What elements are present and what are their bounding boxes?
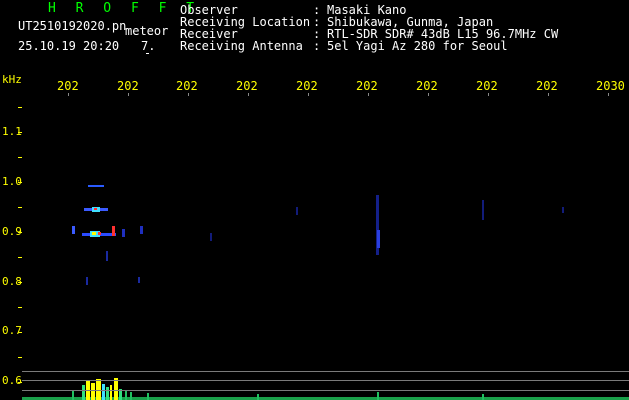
histogram-bar <box>72 391 74 400</box>
histogram-bar <box>82 385 85 400</box>
echo-trace <box>88 185 104 187</box>
echo-trace <box>138 277 140 283</box>
time-label: 202 <box>536 79 558 93</box>
count-underline <box>146 53 149 54</box>
echo-trace <box>562 207 564 213</box>
time-label: 2030 <box>596 79 625 93</box>
histogram-bar <box>102 384 105 400</box>
echo-trace <box>210 233 212 241</box>
time-label: 202 <box>476 79 498 93</box>
echo-trace <box>482 200 484 220</box>
histogram-bar <box>91 383 95 400</box>
time-label: 202 <box>236 79 258 93</box>
freq-label: 0.6 <box>2 374 22 387</box>
histogram-bar <box>377 392 379 400</box>
echo-trace <box>112 226 115 236</box>
faint-echoes <box>210 195 564 255</box>
time-label: 202 <box>117 79 139 93</box>
histogram-bar <box>147 393 149 400</box>
info-row-antenna: Receiving Antenna:5el Yagi Az 280 for Se… <box>180 40 508 52</box>
meteor-count: 7. <box>141 39 156 53</box>
histogram-bar <box>482 394 484 400</box>
spectrogram-plot <box>22 185 629 400</box>
threshold-line <box>22 390 629 391</box>
echo-trace <box>86 277 88 285</box>
time-label: 202 <box>176 79 198 93</box>
threshold-line <box>22 371 629 372</box>
echo-trace <box>94 208 97 210</box>
meteor-label: meteor <box>125 24 169 38</box>
file-name: UT2510192020.pn <box>18 19 127 33</box>
echo-trace <box>72 226 75 234</box>
freq-unit-label: kHz <box>2 73 22 86</box>
info-sep: : <box>313 39 321 53</box>
echo-trace <box>92 232 96 235</box>
echo-trace <box>140 226 143 234</box>
threshold-line <box>22 380 629 381</box>
app-title: H R O F F T <box>48 1 201 16</box>
time-label: 202 <box>57 79 79 93</box>
histogram-bar <box>114 378 118 400</box>
echo-trace <box>122 229 125 237</box>
echo-trace <box>377 230 380 248</box>
info-key: Receiving Antenna <box>180 39 303 53</box>
power-histogram <box>22 378 629 400</box>
histogram-bar <box>257 394 259 400</box>
time-label: 202 <box>416 79 438 93</box>
time-label: 202 <box>356 79 378 93</box>
info-value: 5el Yagi Az 280 for Seoul <box>327 39 508 53</box>
histogram-bar <box>130 392 132 400</box>
echo-trace <box>98 232 101 235</box>
echo-trace <box>296 207 298 215</box>
datetime: 25.10.19 20:20 <box>18 39 120 53</box>
meteor-echo-cluster <box>72 185 143 285</box>
histogram-bar <box>125 391 127 400</box>
echo-trace <box>106 251 108 261</box>
freq-label: 0.7 <box>2 324 22 337</box>
histogram-bar <box>106 387 109 400</box>
histogram-bar <box>110 385 112 400</box>
time-label: 202 <box>296 79 318 93</box>
